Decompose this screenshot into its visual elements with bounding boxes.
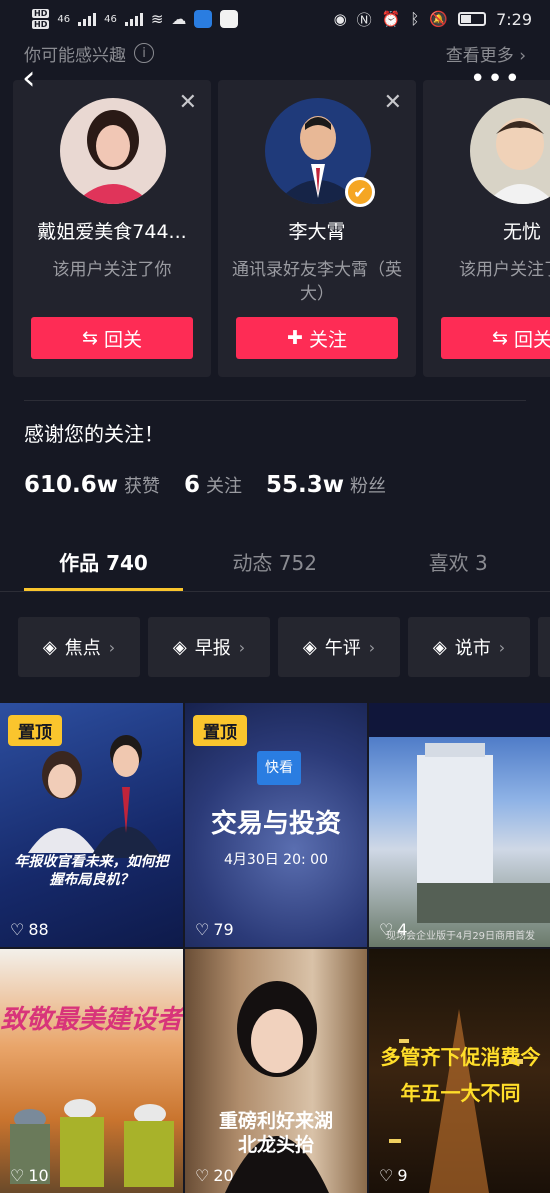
eye-icon: ◉ bbox=[333, 10, 347, 28]
info-icon[interactable]: i bbox=[134, 43, 154, 63]
video-thumbnail[interactable]: 快看 交易与投资 4月30日 20: 00 置顶 ♡ 79 bbox=[185, 703, 367, 947]
video-caption: 重磅利好来湖北龙头抬 bbox=[218, 1110, 333, 1156]
follow-back-button[interactable]: ⇆ 回关 bbox=[31, 317, 193, 359]
cloud-icon: ☁ bbox=[171, 10, 187, 28]
layers-icon: ◈ bbox=[172, 636, 187, 658]
bluetooth-icon: ᛒ bbox=[410, 10, 420, 28]
follow-button[interactable]: ✚ 关注 bbox=[236, 317, 398, 359]
avatar[interactable] bbox=[60, 98, 166, 204]
like-count: ♡ 79 bbox=[195, 920, 234, 939]
suggestion-cards: ✕ 戴姐爱美食744... 该用户关注了你 ⇆ 回关 ✔ ✕ 李大霄 通讯录好友李… bbox=[13, 80, 550, 378]
collection-chip[interactable]: ◈ 早报 › bbox=[148, 617, 270, 677]
more-options-icon[interactable]: ••• bbox=[470, 64, 522, 94]
suggestion-card[interactable]: ✕ 戴姐爱美食744... 该用户关注了你 ⇆ 回关 bbox=[13, 80, 211, 377]
close-icon[interactable]: ✕ bbox=[179, 90, 197, 115]
collection-chip[interactable]: ◈ 午评 › bbox=[278, 617, 400, 677]
video-caption: 年报收官看未来，如何把握布局良机？ bbox=[14, 854, 169, 888]
close-icon[interactable]: ✕ bbox=[384, 90, 402, 115]
network-type-1: 46 bbox=[57, 13, 71, 25]
heart-icon: ♡ bbox=[10, 1166, 25, 1185]
card-name[interactable]: 戴姐爱美食744... bbox=[13, 217, 211, 244]
alarm-icon: ⏰ bbox=[381, 10, 401, 28]
chevron-right-icon: › bbox=[498, 637, 506, 657]
battery-icon bbox=[458, 12, 487, 26]
follow-back-button[interactable]: ⇆ 回关 bbox=[441, 317, 550, 359]
followers-stat[interactable]: 55.3w 粉丝 bbox=[266, 472, 386, 498]
card-name[interactable]: 李大霄 bbox=[218, 217, 416, 244]
heart-icon: ♡ bbox=[379, 1166, 394, 1185]
nfc-icon: Ⓝ bbox=[356, 10, 372, 29]
chevron-right-icon: › bbox=[108, 637, 116, 657]
collection-chip-partial[interactable] bbox=[538, 617, 550, 677]
card-reason: 该用户关注了你 bbox=[459, 260, 550, 280]
layers-icon: ◈ bbox=[42, 636, 57, 658]
profile-stats: 610.6w 获赞 6 关注 55.3w 粉丝 bbox=[24, 472, 386, 498]
video-caption: 交易与投资 bbox=[210, 809, 341, 839]
heart-icon: ♡ bbox=[195, 920, 210, 939]
collection-chip[interactable]: ◈ 说市 › bbox=[408, 617, 530, 677]
thumbnail-image bbox=[10, 1099, 174, 1187]
pinned-badge: 置顶 bbox=[8, 715, 62, 746]
tab-works[interactable]: 作品 740 bbox=[0, 540, 183, 591]
hd-icon: HD HD bbox=[32, 9, 50, 29]
suggestion-card[interactable]: 无忧 该用户关注了你 ⇆回关 bbox=[423, 80, 550, 377]
verified-badge-icon: ✔ bbox=[345, 177, 375, 207]
like-count: ♡ 9 bbox=[379, 1166, 408, 1185]
swap-icon: ⇆ bbox=[82, 327, 98, 349]
video-subcaption: 4月30日 20: 00 bbox=[224, 852, 328, 868]
layers-icon: ◈ bbox=[302, 636, 317, 658]
video-thumbnail[interactable]: 年报收官看未来，如何把握布局良机？ 置顶 ♡ 88 bbox=[0, 703, 183, 947]
heart-icon: ♡ bbox=[10, 920, 25, 939]
card-name[interactable]: 无忧 bbox=[423, 217, 550, 244]
card-reason: 该用户关注了你 bbox=[52, 260, 172, 280]
video-thumbnail[interactable]: 致敬最美建设者 ♡ 10 bbox=[0, 949, 183, 1193]
tab-activity[interactable]: 动态 752 bbox=[183, 540, 367, 591]
heart-icon: ♡ bbox=[195, 1166, 210, 1185]
app-shield-icon bbox=[194, 10, 213, 28]
heart-icon: ♡ bbox=[379, 920, 394, 939]
tab-likes[interactable]: 喜欢 3 bbox=[366, 540, 550, 591]
video-thumbnail[interactable]: 现场会企业版于4月29日商用首发 ♡ 4 bbox=[369, 703, 550, 947]
signal-icon bbox=[78, 12, 97, 26]
following-stat[interactable]: 6 关注 bbox=[184, 472, 242, 498]
chevron-right-icon: › bbox=[368, 637, 376, 657]
profile-bio: 感谢您的关注！ bbox=[24, 422, 164, 446]
clock: 7:29 bbox=[496, 9, 532, 29]
wifi-icon: ≋ bbox=[150, 10, 164, 28]
see-more-link[interactable]: 查看更多 › bbox=[446, 41, 526, 66]
collection-chips: ◈ 焦点 › ◈ 早报 › ◈ 午评 › ◈ 说市 › bbox=[18, 617, 550, 677]
status-bar: HD HD 46 46 ≋ ☁ ◉ Ⓝ ⏰ ᛒ 🔕 7:29 bbox=[0, 0, 550, 38]
like-count: ♡ 20 bbox=[195, 1166, 234, 1185]
back-arrow-icon[interactable]: ‹ bbox=[22, 58, 58, 98]
profile-tabs: 作品 740 动态 752 喜欢 3 bbox=[0, 540, 550, 592]
like-count: ♡ 88 bbox=[10, 920, 49, 939]
like-count: ♡ 10 bbox=[10, 1166, 49, 1185]
video-caption: 多管齐下促消费今年五一大不同 bbox=[380, 1045, 541, 1105]
plus-icon: ✚ bbox=[287, 327, 303, 349]
video-grid: 年报收官看未来，如何把握布局良机？ 置顶 ♡ 88 快看 交易与投资 4月30日 … bbox=[0, 703, 550, 1193]
pinned-badge: 置顶 bbox=[193, 715, 247, 746]
avatar[interactable] bbox=[470, 98, 550, 204]
suggestion-card[interactable]: ✔ ✕ 李大霄 通讯录好友李大霄（英大） ✚ 关注 bbox=[218, 80, 416, 377]
layers-icon: ◈ bbox=[432, 636, 447, 658]
video-thumbnail[interactable]: 多管齐下促消费今年五一大不同 ♡ 9 bbox=[369, 949, 550, 1193]
network-type-2: 46 bbox=[104, 13, 117, 25]
swap-icon: ⇆ bbox=[492, 327, 508, 349]
brand-logo: 快看 bbox=[257, 751, 301, 785]
likes-stat: 610.6w 获赞 bbox=[24, 472, 160, 498]
chevron-right-icon: › bbox=[238, 637, 246, 657]
like-count: ♡ 4 bbox=[379, 920, 408, 939]
mute-icon: 🔕 bbox=[429, 10, 449, 28]
video-thumbnail[interactable]: 重磅利好来湖北龙头抬 ♡ 20 bbox=[185, 949, 367, 1193]
suggestions-header: 你可能感兴趣 i 查看更多 › bbox=[24, 40, 526, 66]
card-reason: 通讯录好友李大霄（英大） bbox=[232, 260, 402, 304]
collection-chip[interactable]: ◈ 焦点 › bbox=[18, 617, 140, 677]
signal-icon-2 bbox=[124, 12, 143, 26]
divider bbox=[24, 400, 526, 401]
video-caption: 致敬最美建设者 bbox=[0, 1005, 183, 1035]
app-notification-icon bbox=[220, 10, 239, 28]
thumbnail-image bbox=[369, 703, 550, 923]
